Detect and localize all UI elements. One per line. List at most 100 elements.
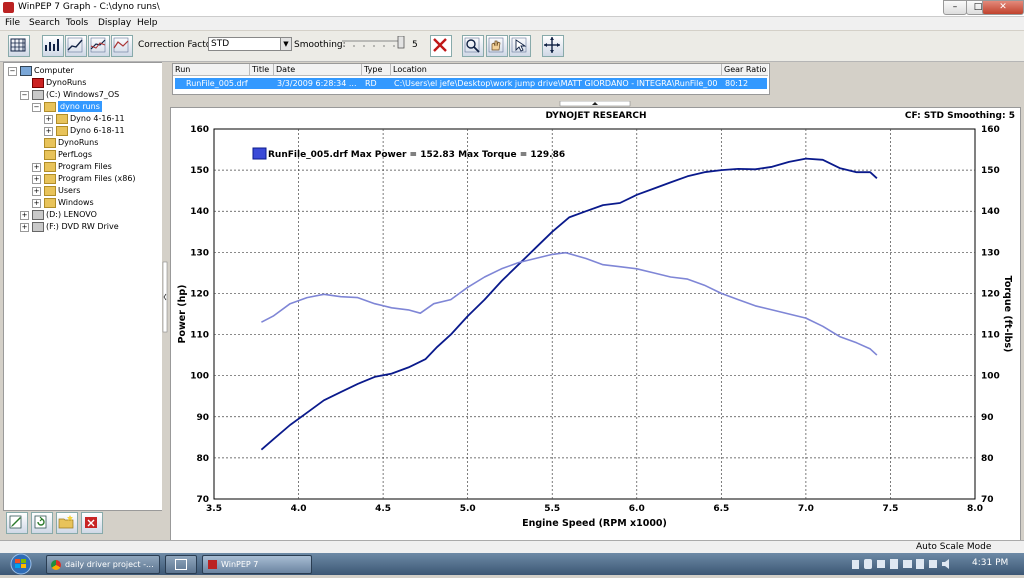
tree-item[interactable]: (C:) Windows7_OS — [46, 89, 119, 100]
task-winpep[interactable]: WinPEP 7 — [202, 555, 312, 574]
cursor-select-icon[interactable] — [509, 35, 531, 57]
folder-icon — [56, 126, 68, 136]
chart-cf-smoothing: CF: STD Smoothing: 5 — [905, 111, 1015, 121]
tree-item[interactable]: Users — [58, 185, 80, 196]
refresh-runs-icon[interactable] — [31, 512, 53, 534]
col-title[interactable]: Title — [250, 64, 274, 76]
expand-icon[interactable]: + — [20, 211, 29, 220]
expand-icon[interactable]: + — [32, 187, 41, 196]
y-tick-label: 120 — [190, 289, 209, 299]
menu-tools[interactable]: Tools — [66, 18, 88, 28]
line-graph-icon[interactable] — [65, 35, 87, 57]
system-tray[interactable] — [850, 557, 960, 571]
title-bar: WinPEP 7 Graph - C:\dyno runs\ – □ ✕ — [0, 0, 1024, 17]
menu-help[interactable]: Help — [137, 18, 158, 28]
zoom-graph-icon[interactable] — [462, 35, 484, 57]
correction-factor-select[interactable]: STD ▼ — [208, 37, 292, 51]
menu-file[interactable]: File — [5, 18, 20, 28]
expand-icon[interactable]: + — [32, 175, 41, 184]
tree-item[interactable]: (D:) LENOVO — [46, 209, 97, 220]
collapse-icon[interactable]: − — [20, 91, 29, 100]
tree-item[interactable]: Windows — [58, 197, 94, 208]
tree-item[interactable]: dyno runs — [58, 101, 102, 112]
y2-tick-label: 150 — [981, 166, 1000, 176]
folder-open-icon — [44, 102, 56, 112]
delete-run-icon[interactable] — [81, 512, 103, 534]
y2-tick-label: 80 — [981, 454, 994, 464]
y2-tick-label: 140 — [981, 207, 1000, 217]
pan-hand-icon[interactable] — [486, 35, 508, 57]
clock: 4:31 PM — [972, 558, 1009, 568]
bar-graph-icon[interactable] — [42, 35, 64, 57]
menu-search[interactable]: Search — [29, 18, 60, 28]
correction-factor-value: STD — [211, 39, 230, 49]
overlay-graph-icon[interactable] — [111, 35, 133, 57]
table-row[interactable]: RunFile_005.drf 3/3/2009 6:28:34 ... RD … — [175, 78, 767, 89]
expand-icon[interactable]: + — [20, 223, 29, 232]
toolbar: Correction Factor: STD ▼ Smoothing: 5 — [0, 31, 1024, 62]
x-tick-label: 6.0 — [629, 504, 645, 514]
multi-graph-icon[interactable] — [88, 35, 110, 57]
plot-area — [213, 128, 976, 500]
x-tick-label: 4.5 — [375, 504, 391, 514]
cell-type: RD — [365, 79, 377, 88]
dyno-chart[interactable]: DYNOJET RESEARCH CF: STD Smoothing: 5 3.5 4… — [171, 108, 1020, 540]
y-tick-label: 110 — [190, 331, 209, 341]
col-run[interactable]: Run — [173, 64, 250, 76]
folder-icon — [44, 162, 56, 172]
tree-item[interactable]: DynoRuns — [46, 77, 86, 88]
tree-item[interactable]: (F:) DVD RW Drive — [46, 221, 119, 232]
expand-icon[interactable]: + — [44, 127, 53, 136]
minimize-button[interactable]: – — [943, 0, 967, 15]
y2-tick-label: 100 — [981, 372, 1000, 382]
winpep-app-icon[interactable] — [3, 2, 14, 13]
new-folder-icon[interactable] — [56, 512, 78, 534]
tree-toolbar — [3, 510, 161, 538]
grid-view-icon[interactable] — [8, 35, 30, 57]
menu-display[interactable]: Display — [98, 18, 131, 28]
tree-item[interactable]: Dyno 4-16-11 — [70, 113, 125, 124]
window-icon — [175, 559, 187, 570]
chrome-icon — [51, 559, 61, 570]
x-tick-label: 5.5 — [544, 504, 560, 514]
tree-item[interactable]: Program Files (x86) — [58, 173, 136, 184]
drive-icon — [32, 210, 44, 220]
folder-icon — [44, 198, 56, 208]
tree-item[interactable]: PerfLogs — [58, 149, 92, 160]
window-title: WinPEP 7 Graph - C:\dyno runs\ — [18, 2, 160, 12]
edit-run-icon[interactable] — [6, 512, 28, 534]
task-window[interactable] — [165, 555, 197, 574]
horizontal-splitter[interactable] — [170, 100, 1019, 107]
legend-text: RunFile_005.drf Max Power = 152.83 Max T… — [268, 150, 565, 160]
col-location[interactable]: Location — [391, 64, 722, 76]
collapse-icon[interactable]: − — [32, 103, 41, 112]
y2-tick-label: 130 — [981, 248, 1000, 258]
chevron-down-icon: ▼ — [280, 38, 291, 50]
close-button[interactable]: ✕ — [982, 0, 1024, 15]
col-gear-ratio[interactable]: Gear Ratio — [722, 64, 768, 76]
vertical-splitter[interactable] — [162, 62, 168, 540]
y-tick-label: 80 — [196, 454, 209, 464]
delete-icon[interactable] — [430, 35, 452, 57]
tree-item[interactable]: Dyno 6-18-11 — [70, 125, 125, 136]
smoothing-slider[interactable] — [340, 35, 406, 50]
expand-icon[interactable]: + — [44, 115, 53, 124]
winpep-icon — [208, 560, 217, 569]
col-date[interactable]: Date — [274, 64, 362, 76]
task-chrome[interactable]: daily driver project -... — [46, 555, 160, 574]
tree-item[interactable]: DynoRuns — [58, 137, 98, 148]
col-type[interactable]: Type — [362, 64, 391, 76]
expand-icon[interactable]: + — [32, 163, 41, 172]
y-tick-label: 150 — [190, 166, 209, 176]
task-chrome-label: daily driver project -... — [65, 560, 154, 569]
collapse-icon[interactable]: − — [8, 67, 17, 76]
tree-item[interactable]: Program Files — [58, 161, 112, 172]
x-tick-label: 4.0 — [291, 504, 307, 514]
smoothing-label: Smoothing: — [294, 40, 346, 50]
tree-item[interactable]: Computer — [34, 65, 74, 76]
expand-icon[interactable]: + — [32, 199, 41, 208]
x-tick-label: 7.5 — [882, 504, 898, 514]
y-tick-label: 100 — [190, 372, 209, 382]
crosshair-icon[interactable] — [542, 35, 564, 57]
start-button[interactable] — [4, 553, 38, 575]
